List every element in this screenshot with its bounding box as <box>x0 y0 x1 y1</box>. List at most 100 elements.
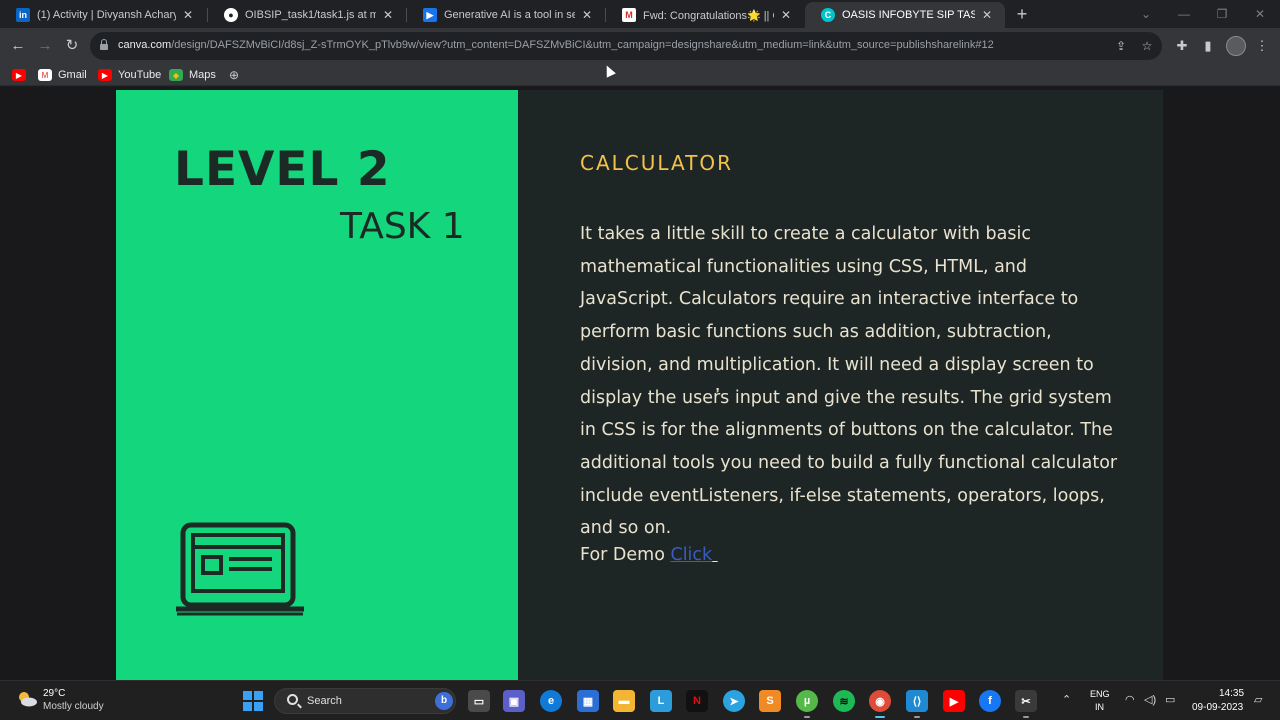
running-indicator <box>1023 716 1029 718</box>
globe-icon: ⊕ <box>228 68 240 82</box>
ms-store-icon[interactable]: ▦ <box>577 690 599 712</box>
demo-link-underscore <box>712 545 718 565</box>
vscode-icon[interactable]: ⟨⟩ <box>906 690 928 712</box>
tab-title: Fwd: Congratulations🌟 || Offer L <box>643 9 774 22</box>
youtube-app-icon[interactable]: ▶ <box>943 690 965 712</box>
reload-icon[interactable]: ↻ <box>61 35 83 57</box>
language-indicator[interactable]: ENG <box>1090 689 1110 699</box>
search-label: Search <box>307 695 342 707</box>
clock-time[interactable]: 14:35 <box>1219 688 1244 699</box>
edge-icon[interactable]: e <box>540 690 562 712</box>
volume-icon[interactable]: ◁) <box>1144 693 1156 706</box>
telegram-icon[interactable]: ➤ <box>723 690 745 712</box>
task-view-icon[interactable]: ▭ <box>468 690 490 712</box>
cloud-sun-icon <box>19 692 37 707</box>
tab-github[interactable]: ● OIBSIP_task1/task1.js at main · di ✕ <box>208 2 406 28</box>
tab-gmail[interactable]: M Fwd: Congratulations🌟 || Offer L ✕ <box>606 2 804 28</box>
tab-linkedin-activity[interactable]: in (1) Activity | Divyansh Acharya | L ✕ <box>0 2 206 28</box>
new-tab-button[interactable]: + <box>1012 4 1032 24</box>
notifications-icon[interactable]: ▱ <box>1254 693 1262 706</box>
snipping-tool-icon[interactable]: ✂ <box>1015 690 1037 712</box>
canva-viewer: LEVEL 2 TASK 1 CALCULATOR It takes a lit… <box>0 87 1280 680</box>
url-path: /design/DAFSZMvBiCI/d8sj_Z-sTrmOYK_pTlvb… <box>171 39 994 51</box>
canva-icon: C <box>821 8 835 22</box>
windows-taskbar: 29°C Mostly cloudy Search b ▭ ▣ e ▦ ▬ L … <box>0 680 1280 720</box>
weather-temperature[interactable]: 29°C <box>43 688 65 699</box>
netflix-icon[interactable]: N <box>686 690 708 712</box>
clock-date[interactable]: 09-09-2023 <box>1192 702 1243 713</box>
lock-icon[interactable] <box>100 39 108 50</box>
address-bar[interactable]: canva.com/design/DAFSZMvBiCI/d8sj_Z-sTrm… <box>90 32 1162 60</box>
minimize-icon[interactable]: — <box>1174 4 1194 24</box>
linkedin-icon: in <box>16 8 30 22</box>
chevron-up-icon[interactable]: ⌃ <box>1062 693 1071 706</box>
tab-generative-ai[interactable]: ▶ Generative AI is a tool in service o ✕ <box>407 2 605 28</box>
gmail-icon: M <box>622 8 636 22</box>
launcher-l-icon[interactable]: L <box>650 690 672 712</box>
maps-icon: ◆ <box>169 69 183 81</box>
windows-start-icon[interactable] <box>243 691 263 711</box>
tab-title: OASIS INFOBYTE SIP TASK LIST <box>842 9 975 21</box>
youtube-icon: ▶ <box>98 69 112 81</box>
section-heading: CALCULATOR <box>580 151 733 175</box>
bookmark-label: Gmail <box>58 69 87 81</box>
battery-icon[interactable]: ▭ <box>1165 693 1175 706</box>
spotify-icon[interactable]: ≋ <box>833 690 855 712</box>
close-window-icon[interactable]: ✕ <box>1250 4 1270 24</box>
bookmark-youtube[interactable]: ▶ YouTube <box>98 67 161 83</box>
url-text[interactable]: canva.com/design/DAFSZMvBiCI/d8sj_Z-sTrm… <box>118 39 994 51</box>
slide-right-panel: CALCULATOR It takes a little skill to cr… <box>518 90 1163 680</box>
file-explorer-icon[interactable]: ▬ <box>613 690 635 712</box>
url-domain: canva.com <box>118 39 172 51</box>
tab-search-icon[interactable]: ⌄ <box>1136 4 1156 24</box>
menu-kebab-icon[interactable]: ⋮ <box>1253 37 1271 55</box>
demo-link[interactable]: Click <box>670 545 712 565</box>
tab-title: OIBSIP_task1/task1.js at main · di <box>245 9 376 21</box>
bookmark-maps[interactable]: ◆ Maps <box>169 67 216 83</box>
tab-title: Generative AI is a tool in service o <box>444 9 575 21</box>
bookmark-label: Maps <box>189 69 216 81</box>
taskbar-search-box[interactable]: Search b <box>274 688 456 714</box>
active-indicator <box>875 716 885 718</box>
close-icon[interactable]: ✕ <box>180 8 196 22</box>
weather-description[interactable]: Mostly cloudy <box>43 701 104 712</box>
close-icon[interactable]: ✕ <box>979 8 995 22</box>
bookmark-star-icon[interactable]: ☆ <box>1138 37 1156 55</box>
tab-oasis-infobyte[interactable]: C OASIS INFOBYTE SIP TASK LIST ✕ <box>805 2 1005 28</box>
utorrent-icon[interactable]: µ <box>796 690 818 712</box>
close-icon[interactable]: ✕ <box>579 8 595 22</box>
demo-line: For Demo Click <box>580 545 718 565</box>
side-panel-icon[interactable]: ▮ <box>1199 37 1217 55</box>
bookmark-label: YouTube <box>118 69 162 81</box>
back-icon[interactable]: ← <box>7 35 29 57</box>
close-icon[interactable]: ✕ <box>380 8 396 22</box>
close-icon[interactable]: ✕ <box>778 8 794 22</box>
bookmark-gmail[interactable]: M Gmail <box>38 67 87 83</box>
wifi-icon[interactable]: ◠ <box>1125 693 1135 706</box>
running-indicator <box>804 716 810 718</box>
forward-icon[interactable]: → <box>34 35 56 57</box>
bookmark-youtube-shortcut[interactable]: ▶ <box>12 67 32 83</box>
running-indicator <box>914 716 920 718</box>
sublime-text-icon[interactable]: S <box>759 690 781 712</box>
browser-tab-strip: in (1) Activity | Divyansh Acharya | L ✕… <box>0 0 1280 28</box>
github-icon: ● <box>224 8 238 22</box>
browser-toolbar: ← → ↻ canva.com/design/DAFSZMvBiCI/d8sj_… <box>0 28 1280 64</box>
share-icon[interactable]: ⇪ <box>1112 37 1130 55</box>
extensions-icon[interactable]: ✚ <box>1173 37 1191 55</box>
tab-title: (1) Activity | Divyansh Acharya | L <box>37 9 176 21</box>
doc-icon: ▶ <box>423 8 437 22</box>
chrome-icon[interactable]: ◉ <box>869 690 891 712</box>
bookmark-globe[interactable]: ⊕ <box>227 67 247 83</box>
avatar[interactable] <box>1226 36 1246 56</box>
teams-chat-icon[interactable]: ▣ <box>503 690 525 712</box>
facebook-icon[interactable]: f <box>979 690 1001 712</box>
search-icon <box>287 694 298 705</box>
language-region[interactable]: IN <box>1095 702 1104 712</box>
slide-left-panel: LEVEL 2 TASK 1 <box>116 90 518 680</box>
restore-icon[interactable]: ❐ <box>1212 4 1232 24</box>
demo-label: For Demo <box>580 545 671 565</box>
youtube-icon: ▶ <box>12 69 26 81</box>
description-text: It takes a little skill to create a calc… <box>580 224 1118 539</box>
bing-icon: b <box>435 692 453 710</box>
